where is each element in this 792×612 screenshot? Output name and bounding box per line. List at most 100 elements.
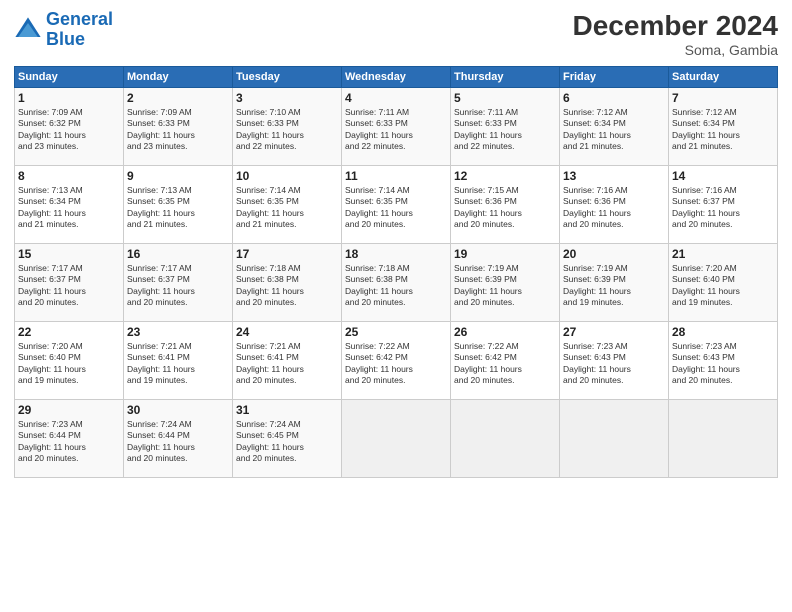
day-number: 4 xyxy=(345,91,447,105)
day-info: Sunrise: 7:15 AM Sunset: 6:36 PM Dayligh… xyxy=(454,185,556,231)
calendar-header-row: SundayMondayTuesdayWednesdayThursdayFrid… xyxy=(15,67,778,88)
calendar-cell: 1Sunrise: 7:09 AM Sunset: 6:32 PM Daylig… xyxy=(15,88,124,166)
logo-icon xyxy=(14,16,42,44)
calendar-cell: 4 Sunrise: 7:11 AM Sunset: 6:33 PM Daylig… xyxy=(342,88,451,166)
day-number: 6 xyxy=(563,91,665,105)
day-info: Sunrise: 7:16 AM Sunset: 6:36 PM Dayligh… xyxy=(563,185,665,231)
day-info: Sunrise: 7:11 AM Sunset: 6:33 PM Dayligh… xyxy=(454,107,556,153)
day-info: Sunrise: 7:24 AM Sunset: 6:44 PM Dayligh… xyxy=(127,419,229,465)
day-number: 16 xyxy=(127,247,229,261)
day-number: 17 xyxy=(236,247,338,261)
day-info: Sunrise: 7:19 AM Sunset: 6:39 PM Dayligh… xyxy=(454,263,556,309)
logo: General Blue xyxy=(14,10,113,50)
calendar-cell: 31Sunrise: 7:24 AM Sunset: 6:45 PM Dayli… xyxy=(233,400,342,478)
weekday-header-sunday: Sunday xyxy=(15,67,124,88)
day-number: 23 xyxy=(127,325,229,339)
calendar-cell: 14 Sunrise: 7:16 AM Sunset: 6:37 PM Dayli… xyxy=(669,166,778,244)
calendar-cell: 10Sunrise: 7:14 AM Sunset: 6:35 PM Dayli… xyxy=(233,166,342,244)
weekday-header-tuesday: Tuesday xyxy=(233,67,342,88)
calendar-week-4: 22 Sunrise: 7:20 AM Sunset: 6:40 PM Dayli… xyxy=(15,322,778,400)
day-info: Sunrise: 7:17 AM Sunset: 6:37 PM Dayligh… xyxy=(127,263,229,309)
day-info: Sunrise: 7:20 AM Sunset: 6:40 PM Dayligh… xyxy=(18,341,120,387)
calendar-cell: 16 Sunrise: 7:17 AM Sunset: 6:37 PM Dayli… xyxy=(124,244,233,322)
calendar-cell: 21 Sunrise: 7:20 AM Sunset: 6:40 PM Dayli… xyxy=(669,244,778,322)
day-number: 9 xyxy=(127,169,229,183)
calendar-table: SundayMondayTuesdayWednesdayThursdayFrid… xyxy=(14,66,778,478)
day-number: 13 xyxy=(563,169,665,183)
calendar-cell xyxy=(451,400,560,478)
calendar-week-1: 1Sunrise: 7:09 AM Sunset: 6:32 PM Daylig… xyxy=(15,88,778,166)
calendar-cell: 11 Sunrise: 7:14 AM Sunset: 6:35 PM Dayli… xyxy=(342,166,451,244)
day-info: Sunrise: 7:23 AM Sunset: 6:43 PM Dayligh… xyxy=(563,341,665,387)
weekday-header-wednesday: Wednesday xyxy=(342,67,451,88)
day-info: Sunrise: 7:14 AM Sunset: 6:35 PM Dayligh… xyxy=(345,185,447,231)
logo-line1: General xyxy=(46,9,113,29)
calendar-cell: 13 Sunrise: 7:16 AM Sunset: 6:36 PM Dayli… xyxy=(560,166,669,244)
day-info: Sunrise: 7:14 AM Sunset: 6:35 PM Dayligh… xyxy=(236,185,338,231)
calendar-cell xyxy=(342,400,451,478)
calendar-cell: 27 Sunrise: 7:23 AM Sunset: 6:43 PM Dayli… xyxy=(560,322,669,400)
day-number: 27 xyxy=(563,325,665,339)
calendar-cell: 15Sunrise: 7:17 AM Sunset: 6:37 PM Dayli… xyxy=(15,244,124,322)
calendar-cell: 25 Sunrise: 7:22 AM Sunset: 6:42 PM Dayli… xyxy=(342,322,451,400)
day-number: 25 xyxy=(345,325,447,339)
day-number: 14 xyxy=(672,169,774,183)
calendar-cell xyxy=(560,400,669,478)
day-info: Sunrise: 7:19 AM Sunset: 6:39 PM Dayligh… xyxy=(563,263,665,309)
day-number: 22 xyxy=(18,325,120,339)
day-info: Sunrise: 7:13 AM Sunset: 6:35 PM Dayligh… xyxy=(127,185,229,231)
day-number: 5 xyxy=(454,91,556,105)
day-info: Sunrise: 7:23 AM Sunset: 6:43 PM Dayligh… xyxy=(672,341,774,387)
day-number: 11 xyxy=(345,169,447,183)
weekday-header-friday: Friday xyxy=(560,67,669,88)
day-info: Sunrise: 7:24 AM Sunset: 6:45 PM Dayligh… xyxy=(236,419,338,465)
calendar-cell: 26Sunrise: 7:22 AM Sunset: 6:42 PM Dayli… xyxy=(451,322,560,400)
weekday-header-thursday: Thursday xyxy=(451,67,560,88)
day-number: 29 xyxy=(18,403,120,417)
day-info: Sunrise: 7:18 AM Sunset: 6:38 PM Dayligh… xyxy=(345,263,447,309)
calendar-cell: 28 Sunrise: 7:23 AM Sunset: 6:43 PM Dayli… xyxy=(669,322,778,400)
logo-text: General Blue xyxy=(46,10,113,50)
day-info: Sunrise: 7:11 AM Sunset: 6:33 PM Dayligh… xyxy=(345,107,447,153)
location: Soma, Gambia xyxy=(573,42,778,58)
day-number: 19 xyxy=(454,247,556,261)
calendar-cell: 19 Sunrise: 7:19 AM Sunset: 6:39 PM Dayli… xyxy=(451,244,560,322)
calendar-cell: 3 Sunrise: 7:10 AM Sunset: 6:33 PM Daylig… xyxy=(233,88,342,166)
title-block: December 2024 Soma, Gambia xyxy=(573,10,778,58)
day-number: 8 xyxy=(18,169,120,183)
calendar-cell: 30 Sunrise: 7:24 AM Sunset: 6:44 PM Dayli… xyxy=(124,400,233,478)
calendar-cell: 24Sunrise: 7:21 AM Sunset: 6:41 PM Dayli… xyxy=(233,322,342,400)
day-info: Sunrise: 7:21 AM Sunset: 6:41 PM Dayligh… xyxy=(236,341,338,387)
day-number: 21 xyxy=(672,247,774,261)
calendar-cell: 29Sunrise: 7:23 AM Sunset: 6:44 PM Dayli… xyxy=(15,400,124,478)
day-info: Sunrise: 7:09 AM Sunset: 6:32 PM Dayligh… xyxy=(18,107,120,153)
day-info: Sunrise: 7:10 AM Sunset: 6:33 PM Dayligh… xyxy=(236,107,338,153)
month-title: December 2024 xyxy=(573,10,778,42)
day-info: Sunrise: 7:13 AM Sunset: 6:34 PM Dayligh… xyxy=(18,185,120,231)
day-number: 30 xyxy=(127,403,229,417)
day-number: 12 xyxy=(454,169,556,183)
calendar-cell: 5 Sunrise: 7:11 AM Sunset: 6:33 PM Daylig… xyxy=(451,88,560,166)
day-number: 7 xyxy=(672,91,774,105)
calendar-week-3: 15Sunrise: 7:17 AM Sunset: 6:37 PM Dayli… xyxy=(15,244,778,322)
day-info: Sunrise: 7:09 AM Sunset: 6:33 PM Dayligh… xyxy=(127,107,229,153)
calendar-cell: 2Sunrise: 7:09 AM Sunset: 6:33 PM Daylig… xyxy=(124,88,233,166)
day-info: Sunrise: 7:22 AM Sunset: 6:42 PM Dayligh… xyxy=(345,341,447,387)
calendar-cell: 17 Sunrise: 7:18 AM Sunset: 6:38 PM Dayli… xyxy=(233,244,342,322)
page: General Blue December 2024 Soma, Gambia … xyxy=(0,0,792,612)
calendar-cell: 20Sunrise: 7:19 AM Sunset: 6:39 PM Dayli… xyxy=(560,244,669,322)
calendar-cell: 22 Sunrise: 7:20 AM Sunset: 6:40 PM Dayli… xyxy=(15,322,124,400)
calendar-cell xyxy=(669,400,778,478)
header: General Blue December 2024 Soma, Gambia xyxy=(14,10,778,58)
day-number: 26 xyxy=(454,325,556,339)
day-info: Sunrise: 7:21 AM Sunset: 6:41 PM Dayligh… xyxy=(127,341,229,387)
calendar-cell: 18Sunrise: 7:18 AM Sunset: 6:38 PM Dayli… xyxy=(342,244,451,322)
calendar-cell: 12 Sunrise: 7:15 AM Sunset: 6:36 PM Dayli… xyxy=(451,166,560,244)
day-number: 28 xyxy=(672,325,774,339)
day-info: Sunrise: 7:20 AM Sunset: 6:40 PM Dayligh… xyxy=(672,263,774,309)
day-number: 3 xyxy=(236,91,338,105)
day-info: Sunrise: 7:18 AM Sunset: 6:38 PM Dayligh… xyxy=(236,263,338,309)
day-info: Sunrise: 7:16 AM Sunset: 6:37 PM Dayligh… xyxy=(672,185,774,231)
calendar-week-5: 29Sunrise: 7:23 AM Sunset: 6:44 PM Dayli… xyxy=(15,400,778,478)
day-info: Sunrise: 7:17 AM Sunset: 6:37 PM Dayligh… xyxy=(18,263,120,309)
